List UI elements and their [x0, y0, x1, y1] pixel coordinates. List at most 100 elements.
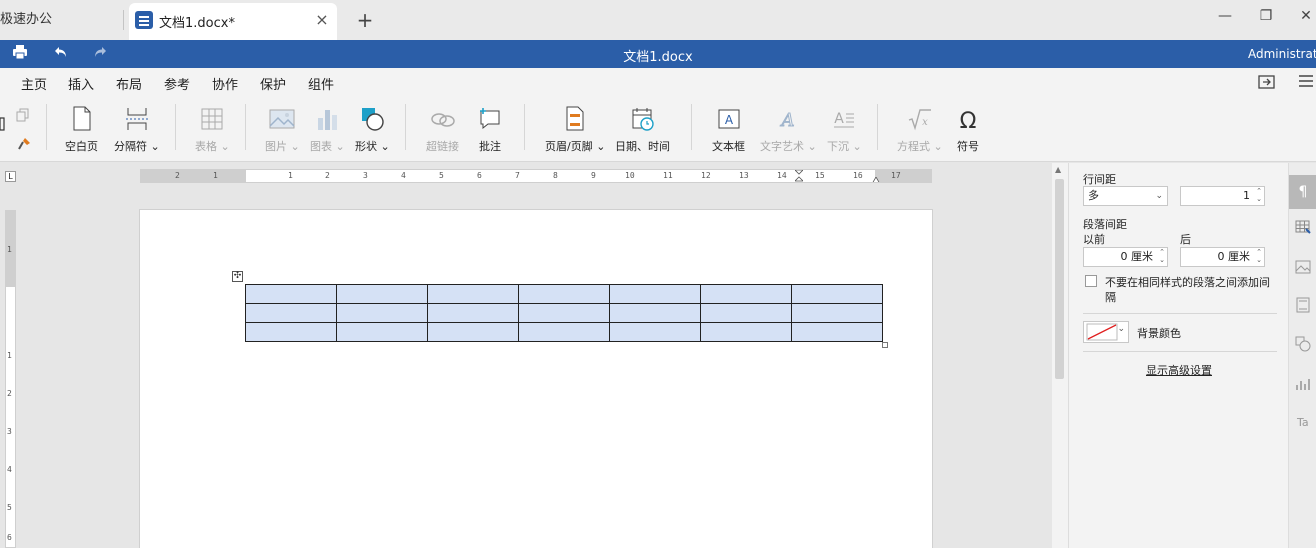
- open-location-icon[interactable]: [1258, 74, 1276, 94]
- title-bar: 文档1.docx Administrator: [0, 40, 1316, 68]
- table-move-icon[interactable]: ✣: [232, 271, 243, 282]
- menu-layout[interactable]: 布局: [116, 74, 142, 93]
- spinner-icon[interactable]: ⌃ ⌄: [1256, 248, 1262, 264]
- line-spacing-label: 行间距: [1083, 173, 1116, 186]
- close-window-button[interactable]: ✕: [1294, 8, 1316, 24]
- chart-button[interactable]: 图表 ⌄: [310, 106, 345, 154]
- menu-insert[interactable]: 插入: [68, 74, 95, 99]
- table-cell[interactable]: [609, 322, 701, 342]
- copy-icon[interactable]: [16, 108, 32, 125]
- hyperlink-label: 超链接: [426, 140, 459, 153]
- table-cell[interactable]: [336, 303, 428, 323]
- table-cell[interactable]: [336, 322, 428, 342]
- tab-close-button[interactable]: ×: [313, 10, 331, 29]
- horizontal-ruler[interactable]: 2 1 1 2 3 4 5 6 7 8 9 10 11 12 13 14 15 …: [140, 169, 932, 183]
- table-settings-icon[interactable]: [1289, 214, 1316, 248]
- table-cell[interactable]: [609, 284, 701, 304]
- date-time-button[interactable]: 日期、时间: [615, 106, 670, 154]
- indent-marker[interactable]: [794, 170, 804, 182]
- table-cell[interactable]: [791, 284, 883, 304]
- vertical-ruler[interactable]: 1 1 2 3 4 5 6: [5, 210, 16, 548]
- text-art-settings-icon[interactable]: Ta: [1289, 409, 1316, 443]
- drop-cap-button[interactable]: A 下沉 ⌄: [827, 106, 862, 154]
- table-cell[interactable]: [427, 322, 519, 342]
- menu-home[interactable]: 主页: [21, 74, 47, 93]
- spacing-after-input[interactable]: 0 厘米 ⌃ ⌄: [1180, 247, 1265, 267]
- table-cell[interactable]: [609, 303, 701, 323]
- scrollbar-thumb[interactable]: [1055, 179, 1064, 379]
- paste-icon[interactable]: [0, 116, 6, 135]
- chart-icon: [318, 110, 338, 130]
- minimize-button[interactable]: —: [1213, 8, 1237, 24]
- menu-references[interactable]: 参考: [164, 74, 190, 93]
- table-resize-handle[interactable]: [882, 342, 888, 348]
- line-spacing-mode-select[interactable]: 多 ⌄: [1083, 186, 1168, 206]
- text-art-button[interactable]: A 文字艺术 ⌄: [760, 106, 817, 154]
- ribbon-divider: [691, 104, 692, 150]
- image-settings-icon[interactable]: [1289, 253, 1316, 287]
- equation-button[interactable]: x 方程式 ⌄: [897, 106, 943, 154]
- restore-button[interactable]: ❐: [1254, 8, 1278, 24]
- table-cell[interactable]: [427, 284, 519, 304]
- header-footer-label: 页眉/页脚 ⌄: [545, 140, 606, 153]
- header-footer-settings-icon[interactable]: [1289, 292, 1316, 326]
- show-advanced-settings-link[interactable]: 显示高级设置: [1069, 362, 1289, 378]
- table-cell[interactable]: [518, 322, 610, 342]
- text-art-label: 文字艺术 ⌄: [760, 140, 817, 153]
- tab-document[interactable]: 文档1.docx* ×: [129, 3, 337, 40]
- user-name[interactable]: Administrator: [1248, 47, 1316, 61]
- shape-settings-icon[interactable]: [1289, 331, 1316, 365]
- paragraph-settings-icon[interactable]: ¶: [1289, 175, 1316, 209]
- separator-button[interactable]: 分隔符 ⌄: [114, 106, 160, 154]
- spinner-icon[interactable]: ⌃ ⌄: [1256, 187, 1262, 203]
- vertical-scrollbar[interactable]: ▲: [1052, 163, 1068, 548]
- scroll-up-icon[interactable]: ▲: [1055, 165, 1061, 174]
- document-page[interactable]: [139, 209, 933, 548]
- equation-label: 方程式 ⌄: [897, 140, 943, 153]
- table-cell[interactable]: [245, 284, 337, 304]
- chevron-down-icon: ⌄: [1155, 191, 1163, 201]
- menu-protect[interactable]: 保护: [260, 74, 286, 93]
- spinner-icon[interactable]: ⌃ ⌄: [1159, 248, 1165, 264]
- no-space-same-style-checkbox[interactable]: [1085, 275, 1097, 287]
- document-table[interactable]: [245, 284, 883, 342]
- tab-divider: [123, 10, 124, 30]
- spacing-before-input[interactable]: 0 厘米 ⌃ ⌄: [1083, 247, 1168, 267]
- comment-button[interactable]: 批注: [478, 106, 502, 154]
- svg-text:Ω: Ω: [960, 109, 977, 132]
- menu-collaborate[interactable]: 协作: [212, 74, 238, 93]
- tab-previous[interactable]: 极速办公: [0, 0, 122, 40]
- table-cell[interactable]: [791, 303, 883, 323]
- background-color-picker[interactable]: ⌄: [1083, 321, 1129, 343]
- blank-page-button[interactable]: 空白页: [65, 106, 98, 154]
- table-cell[interactable]: [245, 322, 337, 342]
- table-cell[interactable]: [518, 303, 610, 323]
- ribbon-divider: [245, 104, 246, 150]
- shape-button[interactable]: 形状 ⌄: [355, 106, 390, 154]
- document-title: 文档1.docx: [623, 50, 693, 65]
- tab-stop-selector[interactable]: L: [5, 171, 16, 182]
- table-button[interactable]: 表格 ⌄: [195, 106, 230, 154]
- line-spacing-value-input[interactable]: 1 ⌃ ⌄: [1180, 186, 1265, 206]
- textbox-button[interactable]: A 文本框: [712, 106, 745, 154]
- table-cell[interactable]: [700, 322, 792, 342]
- table-cell[interactable]: [700, 303, 792, 323]
- table-cell[interactable]: [336, 284, 428, 304]
- new-tab-button[interactable]: +: [355, 8, 375, 32]
- drop-cap-label: 下沉 ⌄: [827, 140, 862, 153]
- format-painter-icon[interactable]: [16, 136, 32, 155]
- symbol-button[interactable]: Ω 符号: [956, 106, 980, 154]
- table-cell[interactable]: [700, 284, 792, 304]
- hyperlink-button[interactable]: 超链接: [426, 106, 459, 154]
- hamburger-menu-icon[interactable]: [1298, 74, 1314, 92]
- image-button[interactable]: 图片 ⌄: [265, 106, 300, 154]
- table-cell[interactable]: [791, 322, 883, 342]
- menu-plugins[interactable]: 组件: [308, 74, 334, 93]
- table-cell[interactable]: [427, 303, 519, 323]
- ribbon-divider: [46, 104, 47, 150]
- right-indent-marker[interactable]: [872, 174, 880, 182]
- header-footer-button[interactable]: 页眉/页脚 ⌄: [545, 106, 605, 154]
- table-cell[interactable]: [245, 303, 337, 323]
- table-cell[interactable]: [518, 284, 610, 304]
- chart-settings-icon[interactable]: [1289, 370, 1316, 404]
